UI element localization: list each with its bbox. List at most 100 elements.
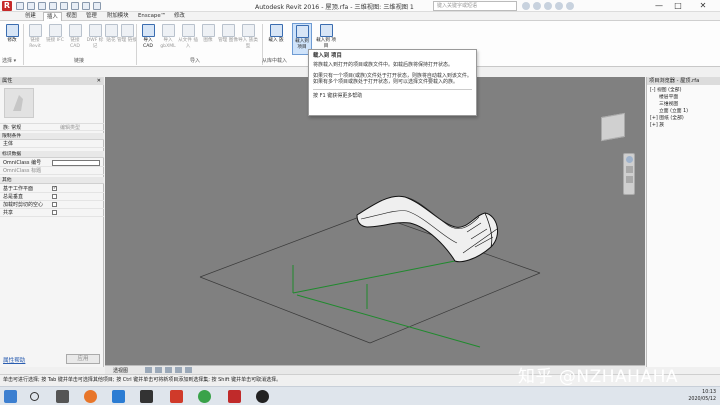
section-identity-data[interactable]: 标识数据 [0, 151, 104, 158]
calculator-icon[interactable] [56, 390, 69, 403]
link-ifc-icon [48, 24, 62, 37]
tab-enscape[interactable]: Enscape™ [135, 12, 169, 21]
clock-date: 2020/05/12 [688, 397, 716, 402]
open-icon[interactable] [16, 2, 24, 10]
insert-from-file-button[interactable]: 从文件 插入 [178, 23, 198, 55]
link-revit-button[interactable]: 链接 Revit [25, 23, 45, 55]
image-button[interactable]: 图像 [198, 23, 218, 55]
omniclass-number-field[interactable] [52, 160, 100, 166]
viewcube[interactable] [601, 112, 625, 142]
user-icon[interactable] [544, 2, 552, 10]
tree-floor-plans[interactable]: 楼层平面 [659, 95, 678, 101]
clock-time: 10:13 [702, 390, 716, 395]
revit-taskbar-icon[interactable] [140, 390, 153, 403]
tree-3d-views[interactable]: 三维视图 [659, 102, 678, 108]
zoom-icon[interactable] [625, 166, 633, 173]
minimize-button[interactable]: — [650, 0, 668, 12]
text-icon[interactable] [82, 2, 90, 10]
sun-path-icon[interactable] [165, 367, 172, 373]
work-plane-checkbox[interactable]: ✓ [52, 186, 57, 191]
type-selector[interactable]: 族: 常规 编辑类型 [0, 123, 104, 131]
edge-icon[interactable] [112, 390, 125, 403]
tree-sheets[interactable]: [+] 图纸 (全部) [650, 116, 684, 122]
help-icon[interactable] [566, 2, 574, 10]
tooltip-line-1: 将族载入到打开的项目或族文件中。如载后族将保持打开状态。 [313, 62, 454, 69]
section-other[interactable]: 其他 [0, 177, 104, 184]
system-clock[interactable]: 10:13 2020/05/12 [688, 389, 716, 403]
firefox-icon[interactable] [84, 390, 97, 403]
modify-button[interactable]: 修改 [2, 23, 22, 55]
exchange-icon[interactable] [555, 2, 563, 10]
windows-taskbar: 10:13 2020/05/12 [0, 386, 720, 405]
cursor-icon [5, 24, 19, 37]
manage-links-icon [120, 24, 134, 37]
tree-families[interactable]: [+] 族 [650, 123, 664, 129]
family-types-icon [241, 24, 255, 37]
shadows-icon[interactable] [175, 367, 182, 373]
close-button[interactable]: ✕ [689, 0, 717, 12]
edit-type-button[interactable]: 编辑类型 [60, 124, 80, 132]
search-icon[interactable] [30, 392, 39, 401]
detail-level-icon[interactable] [145, 367, 152, 373]
apply-button[interactable]: 应用 [66, 354, 100, 364]
import-gbxml-button[interactable]: 导入 gbXML [158, 23, 178, 55]
maximize-button[interactable]: □ [669, 0, 687, 12]
perspective-label[interactable]: 透视图 [113, 367, 128, 374]
undo-icon[interactable] [38, 2, 46, 10]
orbit-icon[interactable] [625, 176, 633, 183]
load-into-project-icon [295, 25, 309, 38]
tree-elevations[interactable]: 立面 (立面 1) [659, 109, 688, 115]
save-icon[interactable] [27, 2, 35, 10]
subscription-icon[interactable] [533, 2, 541, 10]
measure-icon[interactable] [71, 2, 79, 10]
panel-link-label: 链接 [74, 58, 85, 64]
tooltip-title: 载入到 项目 [313, 53, 342, 59]
dwf-icon [88, 24, 102, 37]
import-cad-button[interactable]: 导入 CAD [138, 23, 158, 55]
watermark: 知乎 @NZHAHAHA [518, 367, 679, 387]
navigation-bar[interactable] [623, 153, 635, 195]
tab-view[interactable]: 视图 [63, 12, 80, 21]
revit-app-icon[interactable]: R [2, 1, 12, 11]
print-icon[interactable] [60, 2, 68, 10]
panel-divider [136, 24, 137, 65]
close-icon[interactable]: ✕ [97, 77, 101, 85]
import-family-types-button[interactable]: 导入 族类型 [238, 23, 258, 55]
tab-manage[interactable]: 管理 [83, 12, 100, 21]
link-cad-icon [68, 24, 82, 37]
3d-view-icon[interactable] [93, 2, 101, 10]
load-family-button[interactable]: 载入 族 [266, 23, 286, 55]
tab-addins[interactable]: 附加模块 [104, 12, 132, 21]
tab-modify[interactable]: 修改 [171, 12, 188, 21]
wechat-icon[interactable] [198, 390, 211, 403]
link-ifc-button[interactable]: 链接 IFC [45, 23, 65, 55]
project-browser-header: 项目浏览器 - 屋顶.rfa [647, 77, 720, 85]
help-search-input[interactable]: 键入关键字或短语 [433, 1, 517, 11]
manage-links-button[interactable]: 管理 链接 [117, 23, 137, 55]
panel-select-label[interactable]: 选择 ▾ [2, 57, 16, 64]
title-bar: R Autodesk Revit 2016 - 屋顶.rfa - 三维视图: 三… [0, 0, 720, 12]
3d-viewport[interactable] [105, 77, 645, 365]
app-icon[interactable] [170, 390, 183, 403]
crop-view-icon[interactable] [185, 367, 192, 373]
ribbon-tabs: 创建 插入 视图 管理 附加模块 Enscape™ 修改 [0, 12, 720, 22]
cut-voids-checkbox[interactable] [52, 202, 57, 207]
manage-images-button[interactable]: 管理 图像 [218, 23, 238, 55]
shared-checkbox[interactable] [52, 210, 57, 215]
steering-wheel-icon[interactable] [625, 156, 633, 163]
properties-help-link[interactable]: 属性帮助 [3, 356, 25, 364]
start-icon[interactable] [4, 390, 17, 403]
tree-views[interactable]: [-] 视图 (全部) [650, 88, 681, 94]
always-vertical-checkbox[interactable] [52, 194, 57, 199]
netease-icon[interactable] [228, 390, 241, 403]
visual-style-icon[interactable] [155, 367, 162, 373]
redo-icon[interactable] [49, 2, 57, 10]
link-cad-button[interactable]: 链接 CAD [65, 23, 85, 55]
section-constraints[interactable]: 限制条件 [0, 133, 104, 140]
media-icon[interactable] [256, 390, 269, 403]
tab-create[interactable]: 创建 [22, 12, 39, 21]
roof-3d-model[interactable] [105, 77, 645, 365]
prop-work-plane-based: 基于工作平面 ✓ [0, 185, 104, 193]
binoculars-icon[interactable] [522, 2, 530, 10]
insert-file-icon [181, 24, 195, 37]
